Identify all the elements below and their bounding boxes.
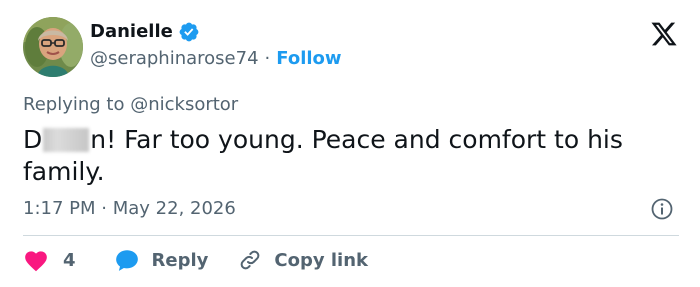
timestamp-separator: ·	[101, 198, 107, 219]
author-name[interactable]: Danielle	[90, 20, 173, 44]
author-name-row: Danielle	[90, 20, 200, 44]
link-icon	[241, 250, 260, 270]
author-handle-row: @seraphinarose74 · Follow	[90, 47, 342, 71]
info-icon[interactable]	[650, 197, 674, 221]
separator-dot: ·	[264, 48, 271, 69]
tweet-time: 1:17 PM	[23, 198, 96, 219]
reply-label: Reply	[151, 249, 209, 271]
reply-button[interactable]: Reply	[114, 248, 209, 272]
heart-icon	[25, 251, 47, 272]
divider	[23, 235, 679, 236]
tweet-date: May 22, 2026	[112, 198, 236, 219]
tweet-text-rest: n! Far too young. Peace and comfort to h…	[23, 125, 623, 186]
action-bar: 4 Reply Copy link	[23, 246, 368, 274]
like-button[interactable]: 4	[23, 248, 76, 272]
follow-button[interactable]: Follow	[276, 47, 341, 71]
replying-to-label: Replying to	[23, 94, 125, 115]
replying-to: Replying to @nicksortor	[23, 93, 238, 117]
reply-bubble-icon	[115, 250, 138, 271]
like-count: 4	[63, 249, 76, 271]
copy-link-label: Copy link	[274, 249, 368, 271]
tweet-text: Dn! Far too young. Peace and comfort to …	[23, 124, 663, 188]
avatar-image	[23, 17, 83, 77]
tweet-text-start: D	[23, 125, 43, 154]
copy-link-button[interactable]: Copy link	[238, 248, 368, 272]
verified-badge-icon	[178, 21, 200, 43]
censor-blur	[43, 128, 90, 152]
avatar[interactable]	[23, 17, 83, 77]
x-logo-icon[interactable]	[650, 20, 678, 48]
author-handle[interactable]: @seraphinarose74	[90, 47, 259, 71]
tweet-timestamp[interactable]: 1:17 PM · May 22, 2026	[23, 197, 236, 221]
replying-to-mention[interactable]: @nicksortor	[130, 94, 238, 115]
